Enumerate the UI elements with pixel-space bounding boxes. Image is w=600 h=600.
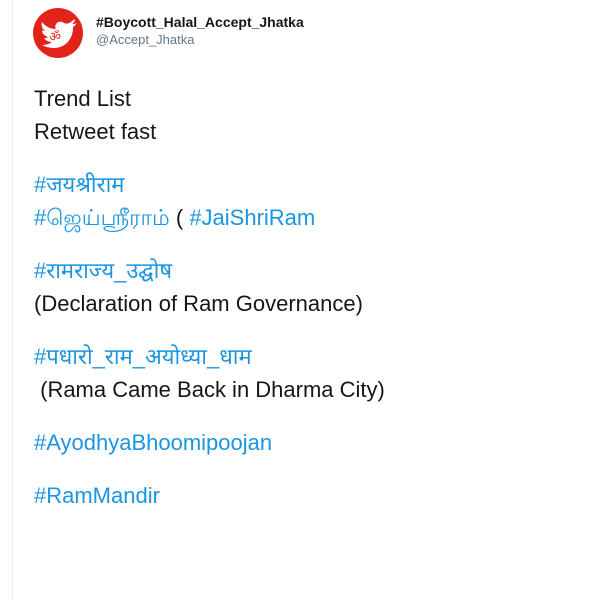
- hashtag-link[interactable]: #पधारो_राम_अयोध्या_धाम: [34, 340, 584, 373]
- author-names: #Boycott_Halal_Accept_Jhatka @Accept_Jha…: [96, 13, 304, 49]
- tweet-line: Retweet fast: [34, 119, 157, 144]
- tweet-line: #ஜெய்ஸ்ரீராம் ( #JaiShriRam: [34, 201, 584, 234]
- tweet-text-fragment: (: [169, 205, 190, 230]
- tweet-line: (Rama Came Back in Dharma City): [34, 377, 385, 402]
- hashtag-link[interactable]: #रामराज्य_उद्घोष: [34, 254, 584, 287]
- line-break: [34, 320, 584, 340]
- hashtag-link[interactable]: #ஜெய்ஸ்ரீராம்: [34, 205, 170, 230]
- tweet-line: Trend List: [34, 86, 132, 111]
- hashtag-link[interactable]: #RamMandir: [34, 479, 584, 512]
- line-break: [34, 234, 584, 254]
- tweet-line: (Declaration of Ram Governance): [34, 291, 363, 316]
- svg-text:ॐ: ॐ: [49, 30, 61, 45]
- line-break: [34, 148, 584, 168]
- line-break: [34, 459, 584, 479]
- avatar[interactable]: ॐ: [33, 8, 83, 58]
- hashtag-link[interactable]: #JaiShriRam: [189, 205, 315, 230]
- om-bird-avatar-icon: ॐ: [41, 19, 77, 48]
- hashtag-link[interactable]: #AyodhyaBhoomipoojan: [34, 426, 584, 459]
- tweet-header: ॐ #Boycott_Halal_Accept_Jhatka @Accept_J…: [33, 8, 304, 58]
- tweet-text: Trend List Retweet fast #जयश्रीराम #ஜெய்…: [34, 82, 584, 512]
- hashtag-link[interactable]: #जयश्रीराम: [34, 168, 584, 201]
- line-break: [34, 406, 584, 426]
- author-handle[interactable]: @Accept_Jhatka: [96, 31, 304, 49]
- author-display-name[interactable]: #Boycott_Halal_Accept_Jhatka: [96, 13, 304, 31]
- left-divider: [12, 0, 13, 600]
